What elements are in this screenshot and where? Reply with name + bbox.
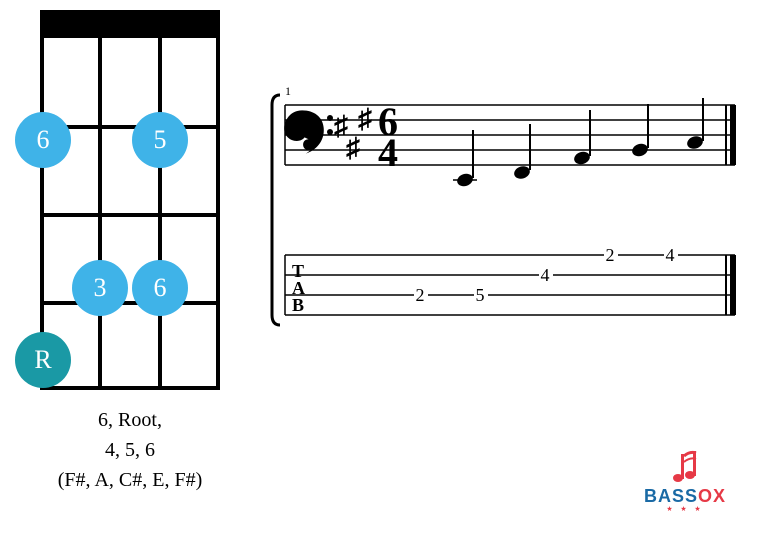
logo-stars: ★ ★ ★: [666, 505, 703, 513]
fret-dot-4: R: [15, 332, 71, 388]
fret-2: [40, 213, 220, 217]
chord-label: 6, Root, 4, 5, 6 (F#, A, C#, E, F#): [15, 405, 245, 495]
svg-text:♯: ♯: [346, 133, 360, 164]
tab-note-4: 4: [666, 245, 675, 265]
key-signature: ♯ ♯ ♯: [334, 104, 372, 164]
chord-label-line2: 4, 5, 6: [15, 435, 245, 465]
system-bracket: [272, 95, 280, 325]
bassox-logo: BASSOX ★ ★ ★: [644, 448, 726, 513]
svg-text:B: B: [292, 295, 304, 315]
fret-dot-1: 5: [132, 112, 188, 168]
chord-label-line1: 6, Root,: [15, 405, 245, 435]
tab-note-3: 2: [606, 245, 615, 265]
bass-clef-icon: [284, 110, 333, 153]
tab-label: T A B: [292, 261, 305, 315]
string-1: [216, 10, 220, 390]
string-2: [158, 10, 162, 390]
fret-dot-2: 3: [72, 260, 128, 316]
notation-svg: 1 ♯ ♯ ♯ 6 4: [270, 80, 750, 340]
fret-dot-0: 6: [15, 112, 71, 168]
final-barline-tab: [726, 255, 736, 315]
tab-note-0: 2: [416, 285, 425, 305]
tab-note-2: 4: [541, 265, 550, 285]
logo-text: BASSOX: [644, 486, 726, 507]
measure-number: 1: [285, 84, 291, 98]
fret-dot-3: 6: [132, 260, 188, 316]
notes-group: [453, 98, 704, 188]
time-signature: 6 4: [378, 99, 398, 175]
chord-label-line3: (F#, A, C#, E, F#): [15, 465, 245, 495]
svg-text:♯: ♯: [358, 104, 372, 135]
logo-bass-icon: [668, 448, 702, 486]
fret-4: [40, 386, 220, 390]
string-3: [98, 10, 102, 390]
nut: [40, 10, 220, 38]
music-notation: 1 ♯ ♯ ♯ 6 4: [270, 80, 750, 345]
fretboard-diagram: 6536R 6, Root, 4, 5, 6 (F#, A, C#, E, F#…: [15, 10, 245, 495]
svg-text:4: 4: [378, 130, 398, 175]
fret-3: [40, 301, 220, 305]
fretboard: 6536R: [40, 10, 220, 390]
tab-note-1: 5: [476, 285, 485, 305]
